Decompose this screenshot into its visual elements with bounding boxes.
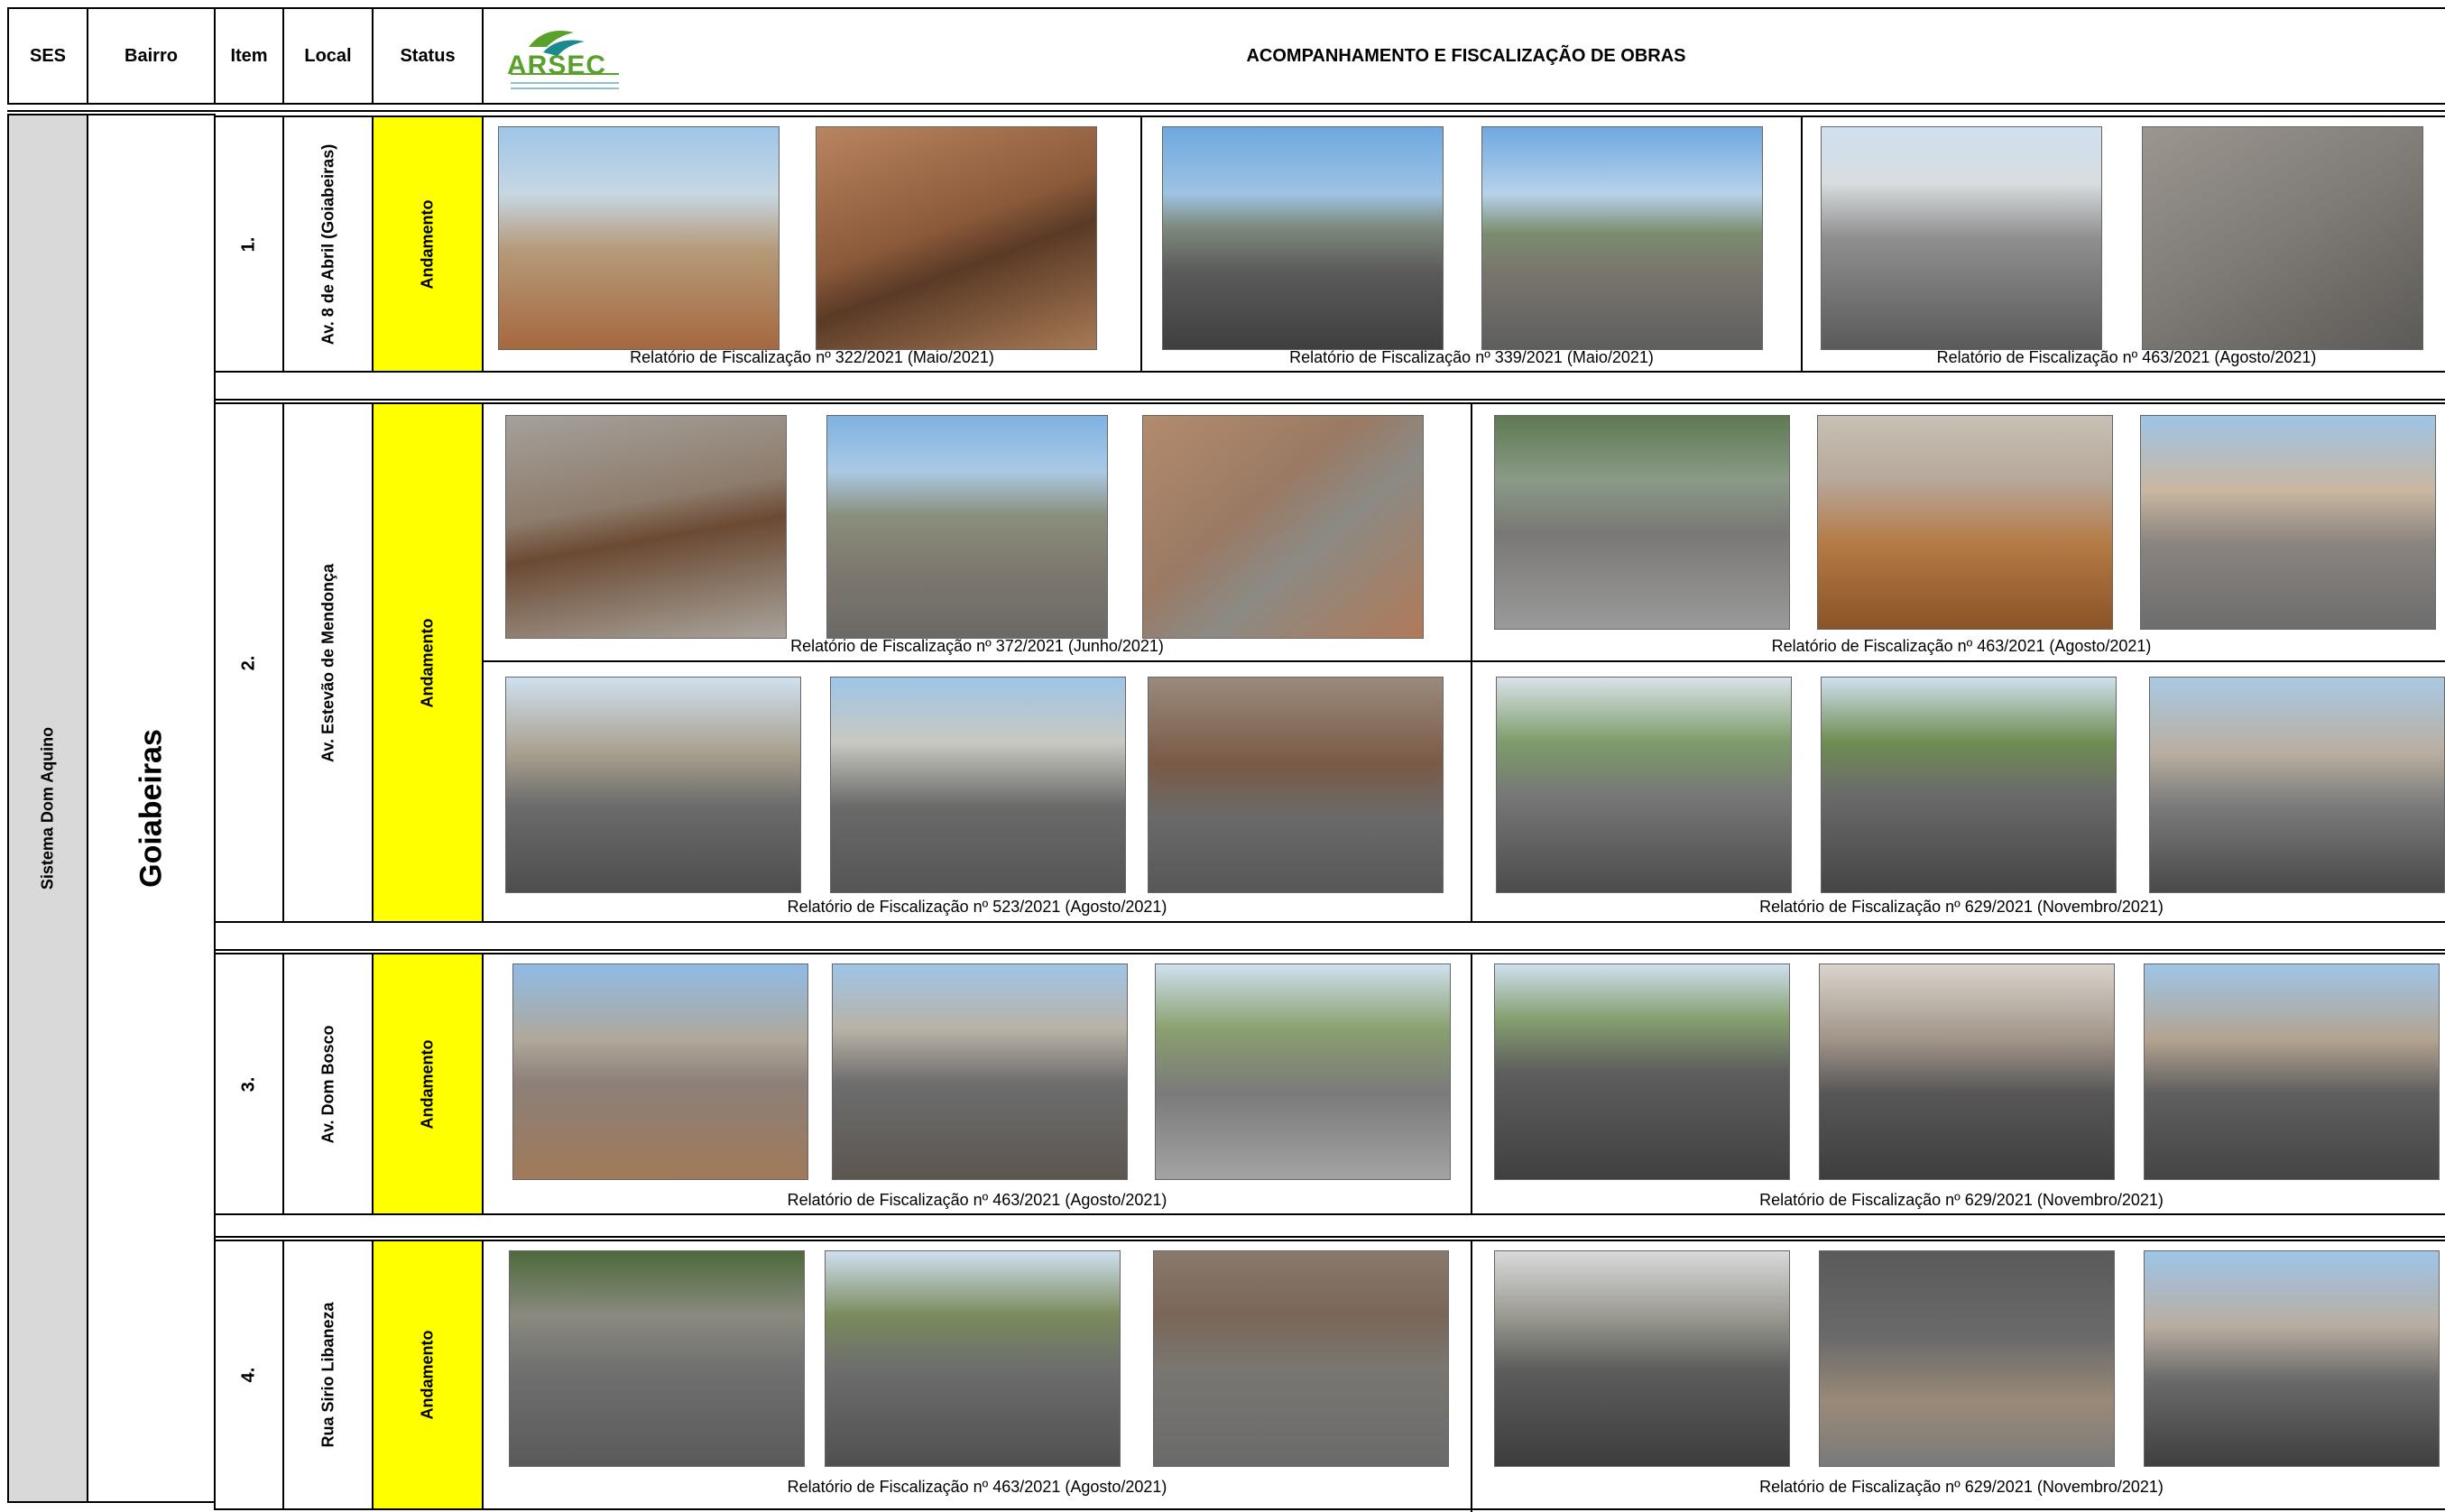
photo-dom-bosco-5 xyxy=(1819,963,2115,1180)
row1-caption-3: Relatório de Fiscalização nº 463/2021 (A… xyxy=(1936,348,2317,366)
row1-item-number: 1. xyxy=(238,236,259,252)
ses-cell: Sistema Dom Aquino xyxy=(7,114,88,1503)
row4-status: Andamento xyxy=(372,1240,484,1510)
row4-local-name: Rua Sirio Libaneza xyxy=(318,1302,337,1448)
row3-item-number: 3. xyxy=(238,1076,259,1092)
row4-local: Rua Sirio Libaneza xyxy=(282,1240,374,1510)
row1-divider-1 xyxy=(1140,117,1142,373)
photo-open-trench xyxy=(505,415,787,639)
row4-item-number: 4. xyxy=(238,1367,259,1383)
row1-item: 1. xyxy=(214,115,284,373)
row2-status-label: Andamento xyxy=(418,618,437,707)
photo-restaurant-corner xyxy=(1148,677,1444,893)
header-local-label: Local xyxy=(304,45,352,66)
row3-bottom-rule xyxy=(214,1236,2445,1238)
row3-caption-1: Relatório de Fiscalização nº 463/2021 (A… xyxy=(787,1191,1167,1209)
photo-dom-bosco-2 xyxy=(832,963,1128,1180)
photo-sirio-3 xyxy=(1153,1250,1449,1467)
page-title: ACOMPANHAMENTO E FISCALIZAÇÃO DE OBRAS xyxy=(1246,45,1686,66)
arsec-logo-text: ARSEC xyxy=(507,51,607,80)
row2-local: Av. Estevão de Mendonça xyxy=(282,402,374,923)
row2-local-name: Av. Estevão de Mendonça xyxy=(318,563,337,762)
row2-caption-1: Relatório de Fiscalização nº 372/2021 (J… xyxy=(790,637,1164,655)
header-local: Local xyxy=(282,7,374,105)
photo-street-patch-2 xyxy=(1481,126,1763,350)
photo-finished-street-1 xyxy=(1821,126,2102,350)
row1-caption-2: Relatório de Fiscalização nº 339/2021 (M… xyxy=(1289,348,1654,366)
row3-status: Andamento xyxy=(372,953,484,1215)
row2-caption-2: Relatório de Fiscalização nº 463/2021 (A… xyxy=(1771,637,2152,655)
photo-parked-cars xyxy=(1494,415,1790,630)
row3-local: Av. Dom Bosco xyxy=(282,953,374,1215)
row1-status: Andamento xyxy=(372,115,484,373)
photo-straight-street xyxy=(830,677,1126,893)
header-status: Status xyxy=(372,7,484,105)
photo-crosswalk-car xyxy=(1496,677,1792,893)
row4-status-label: Andamento xyxy=(418,1330,437,1420)
photo-sirio-2 xyxy=(825,1250,1121,1467)
row1-local: Av. 8 de Abril (Goiabeiras) xyxy=(282,115,374,373)
row1-divider-2 xyxy=(1801,117,1803,373)
row2-item-number: 2. xyxy=(238,655,259,670)
header-title-cell: ARSEC ACOMPANHAMENTO E FISCALIZAÇÃO DE O… xyxy=(482,7,2445,105)
photo-dirt-patch xyxy=(1817,415,2113,630)
header-item-label: Item xyxy=(230,45,268,66)
photo-dom-bosco-1 xyxy=(512,963,808,1180)
photo-finished-sidewalk xyxy=(2142,126,2423,350)
row4-caption-2: Relatório de Fiscalização nº 629/2021 (N… xyxy=(1759,1478,2164,1496)
bairro-name: Goiabeiras xyxy=(134,729,168,888)
photo-dom-bosco-6 xyxy=(2144,963,2440,1180)
bairro-cell: Goiabeiras xyxy=(87,114,216,1503)
header-bairro-label: Bairro xyxy=(125,45,178,66)
photo-trench-street xyxy=(826,415,1108,639)
row4-caption-1: Relatório de Fiscalização nº 463/2021 (A… xyxy=(787,1478,1167,1496)
arsec-logo: ARSEC xyxy=(502,20,619,97)
row3-local-name: Av. Dom Bosco xyxy=(318,1024,337,1144)
photo-street-patch-1 xyxy=(1162,126,1444,350)
photo-avenue-median xyxy=(1821,677,2117,893)
row4-photos: Relatório de Fiscalização nº 463/2021 (A… xyxy=(482,1240,2445,1512)
photo-excavator-trench xyxy=(498,126,780,350)
row2-bottom-rule xyxy=(214,949,2445,951)
row2-item: 2. xyxy=(214,402,284,923)
row2-caption-4: Relatório de Fiscalização nº 629/2021 (N… xyxy=(1759,898,2164,916)
photo-dom-bosco-3 xyxy=(1155,963,1451,1180)
row1-status-label: Andamento xyxy=(418,199,437,289)
row3-divider xyxy=(1471,954,1472,1215)
photo-dom-bosco-4 xyxy=(1494,963,1790,1180)
photo-work-site-cones xyxy=(2140,415,2436,630)
row2-status: Andamento xyxy=(372,402,484,923)
header-ses: SES xyxy=(7,7,88,105)
row2-mid-rule xyxy=(484,660,2445,662)
row4-item: 4. xyxy=(214,1240,284,1510)
row2-divider xyxy=(1471,404,1472,923)
photo-curved-street xyxy=(505,677,801,893)
photo-trench-pipes xyxy=(816,126,1097,350)
row2-photos: Relatório de Fiscalização nº 372/2021 (J… xyxy=(482,402,2445,923)
ses-name: Sistema Dom Aquino xyxy=(38,726,57,890)
header-item: Item xyxy=(214,7,284,105)
photo-sirio-4 xyxy=(1494,1250,1790,1467)
row1-bottom-rule xyxy=(214,399,2445,401)
row3-item: 3. xyxy=(214,953,284,1215)
row3-photos: Relatório de Fiscalização nº 463/2021 (A… xyxy=(482,953,2445,1215)
header-ses-label: SES xyxy=(29,45,67,66)
row2-caption-3: Relatório de Fiscalização nº 523/2021 (A… xyxy=(787,898,1167,916)
row1-photos: Relatório de Fiscalização nº 322/2021 (M… xyxy=(482,115,2445,373)
header-bairro: Bairro xyxy=(87,7,216,105)
header-double-rule xyxy=(7,110,2445,112)
photo-sirio-5 xyxy=(1819,1250,2115,1467)
row3-caption-2: Relatório de Fiscalização nº 629/2021 (N… xyxy=(1759,1191,2164,1209)
photo-sirio-6 xyxy=(2144,1250,2440,1467)
header-status-label: Status xyxy=(400,45,456,66)
photo-sirio-1 xyxy=(509,1250,805,1467)
photo-manhole-cover xyxy=(1142,415,1424,639)
row4-divider xyxy=(1471,1241,1472,1512)
photo-suv-street xyxy=(2149,677,2445,893)
row1-local-name: Av. 8 de Abril (Goiabeiras) xyxy=(318,143,337,345)
row3-status-label: Andamento xyxy=(418,1039,437,1129)
row1-caption-1: Relatório de Fiscalização nº 322/2021 (M… xyxy=(630,348,994,366)
